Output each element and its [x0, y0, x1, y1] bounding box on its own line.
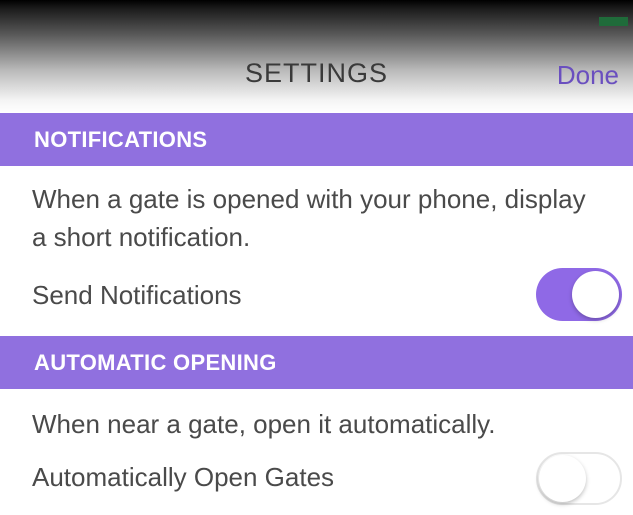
status-indicator — [599, 17, 628, 26]
toggle-knob — [539, 455, 586, 502]
settings-screen: SETTINGS Done NOTIFICATIONS When a gate … — [0, 0, 633, 515]
send-notifications-label: Send Notifications — [32, 280, 242, 310]
notifications-description: When a gate is opened with your phone, d… — [32, 184, 586, 252]
toggle-knob — [572, 271, 619, 318]
done-button[interactable]: Done — [557, 60, 619, 91]
automatic-opening-description: When near a gate, open it automatically. — [32, 409, 496, 439]
page-title: SETTINGS — [244, 58, 388, 88]
auto-open-gates-label: Automatically Open Gates — [32, 462, 335, 492]
section-header-notifications: NOTIFICATIONS — [0, 113, 633, 166]
auto-open-gates-toggle[interactable] — [536, 452, 622, 505]
navigation-bar: SETTINGS Done — [0, 0, 633, 113]
section-header-automatic-opening: AUTOMATIC OPENING — [0, 336, 633, 389]
send-notifications-toggle[interactable] — [536, 268, 622, 321]
